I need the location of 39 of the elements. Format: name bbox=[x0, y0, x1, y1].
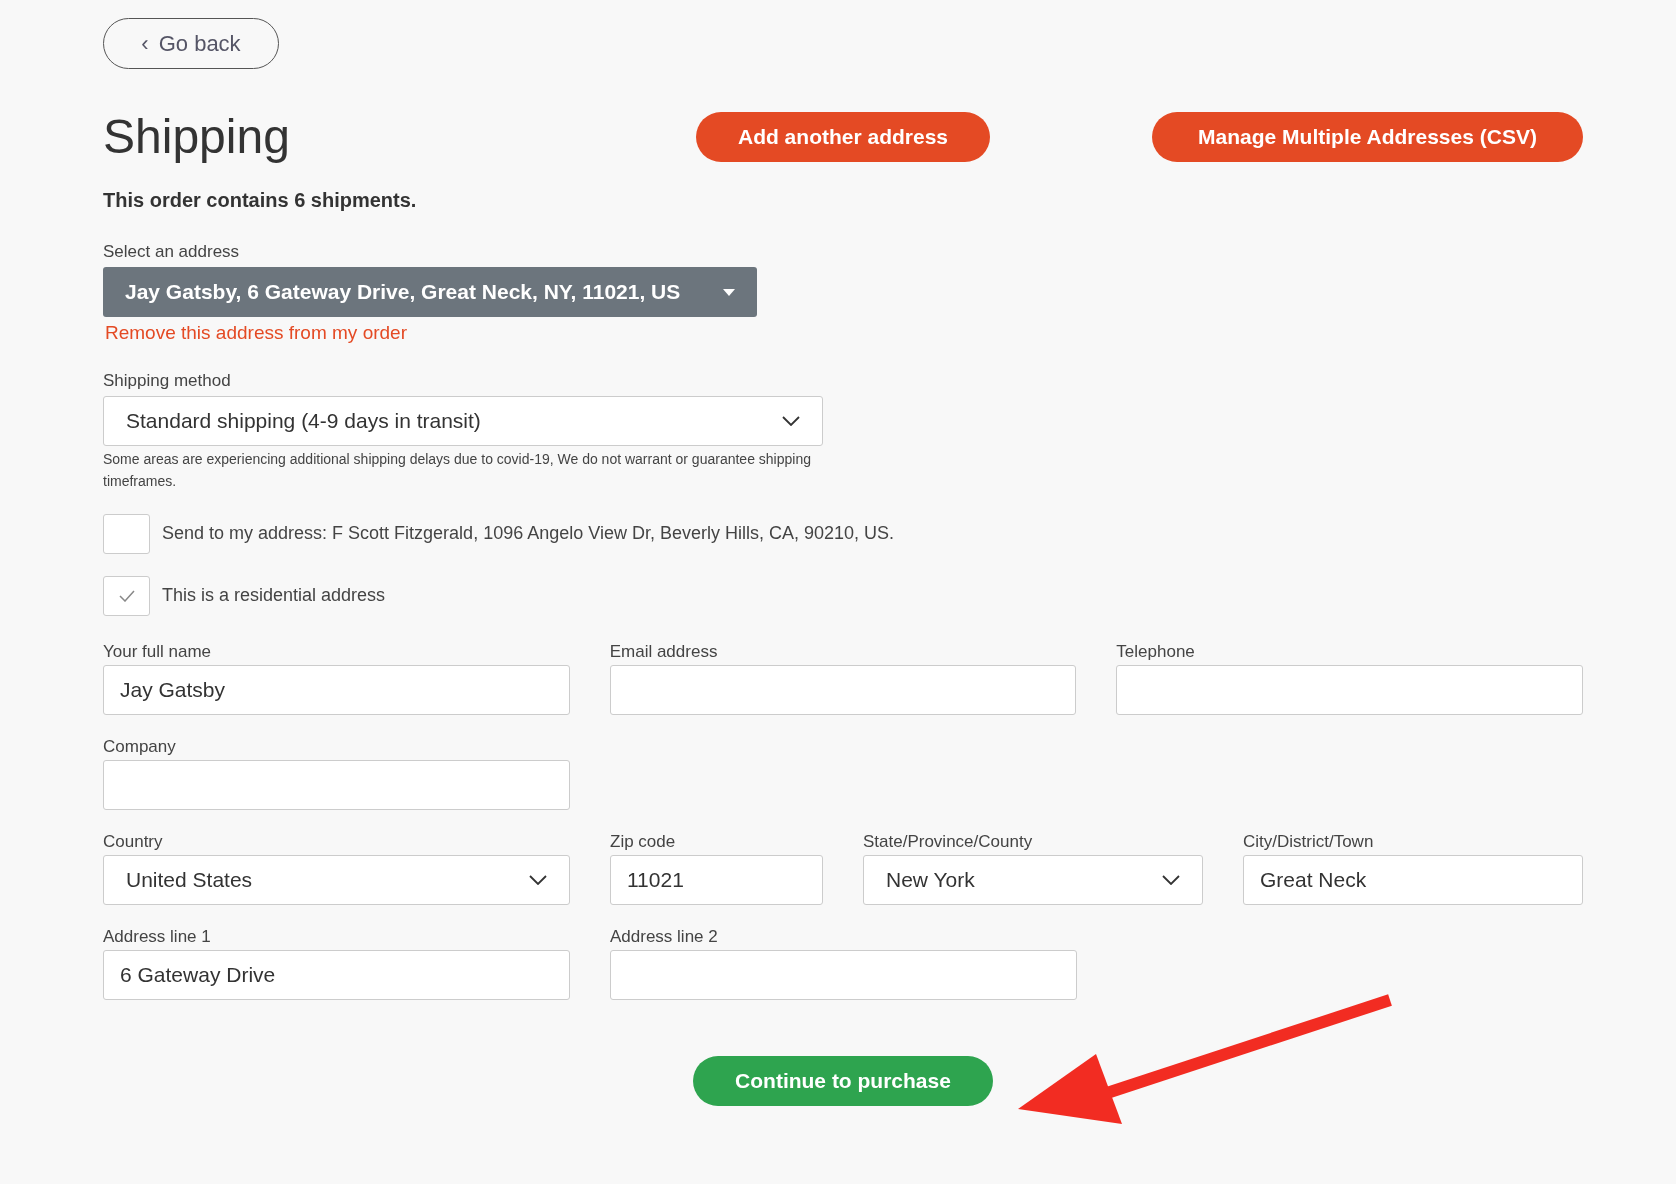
input-field[interactable]: 6 Gateway Drive bbox=[103, 949, 570, 1000]
input-field[interactable] bbox=[610, 949, 1077, 1000]
checkbox-label: Send to my address: F Scott Fitzgerald, 1096 Angelo View Dr, Beverly Hills, CA, 90210, US. bbox=[162, 522, 894, 545]
field-label: Select an address bbox=[103, 241, 241, 263]
chevron-down-icon bbox=[1162, 874, 1180, 885]
checkbox[interactable] bbox=[103, 513, 150, 554]
remove-address-link[interactable]: Remove this address from my order bbox=[105, 319, 407, 348]
input-field[interactable]: 11021 bbox=[610, 854, 823, 905]
manage-addresses-button[interactable]: Manage Multiple Addresses (CSV) bbox=[1152, 112, 1583, 162]
field-label: Address line 1 bbox=[103, 926, 212, 947]
add-address-button[interactable]: Add another address bbox=[696, 112, 990, 162]
input-field[interactable] bbox=[103, 759, 570, 810]
address-select[interactable]: Jay Gatsby, 6 Gateway Drive, Great Neck, NY, 11021, US bbox=[103, 267, 757, 317]
field-label: Shipping method bbox=[103, 369, 232, 392]
shipments-summary: This order contains 6 shipments. bbox=[103, 188, 418, 213]
field-label: City/District/Town bbox=[1243, 831, 1375, 852]
checkbox-label: This is a residential address bbox=[162, 584, 386, 607]
check-icon bbox=[118, 589, 135, 602]
chevron-down-icon bbox=[529, 874, 547, 885]
field-label: Zip code bbox=[610, 831, 677, 852]
select-field[interactable]: United States bbox=[103, 854, 570, 905]
field-label: Company bbox=[103, 736, 177, 757]
field-label: Email address bbox=[609, 641, 719, 662]
chevron-down-icon bbox=[782, 415, 800, 426]
checkbox[interactable] bbox=[103, 575, 150, 616]
input-field[interactable]: Jay Gatsby bbox=[103, 664, 570, 715]
field-label: Address line 2 bbox=[610, 926, 719, 947]
caret-down-icon bbox=[723, 288, 735, 296]
shipping-method-select[interactable]: Standard shipping (4-9 days in transit) bbox=[103, 395, 823, 446]
field-label: Your full name bbox=[103, 641, 213, 662]
field-label: Country bbox=[103, 831, 164, 852]
field-label: State/Province/County bbox=[863, 831, 1034, 852]
page-title: Shipping bbox=[103, 109, 291, 165]
input-field[interactable] bbox=[1116, 664, 1583, 715]
select-field[interactable]: New York bbox=[863, 854, 1203, 905]
field-label: Telephone bbox=[1116, 641, 1196, 662]
shipping-note: Some areas are experiencing additional shipping delays due to covid-19, We do not warrant or guarantee shipping timeframes. bbox=[103, 449, 812, 491]
input-field[interactable] bbox=[609, 664, 1077, 715]
input-field[interactable]: Great Neck bbox=[1243, 854, 1583, 905]
